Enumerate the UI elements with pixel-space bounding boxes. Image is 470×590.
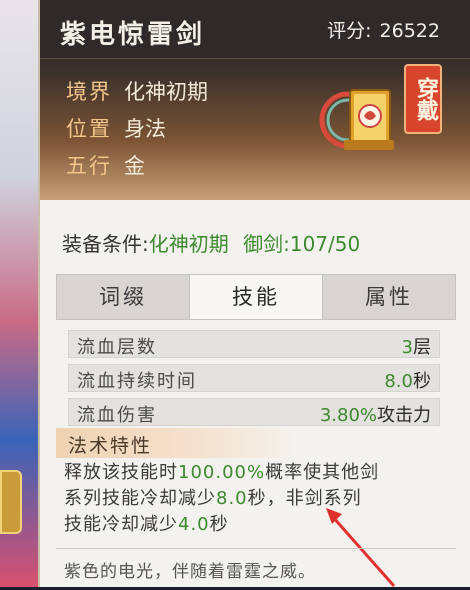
realm-value: 化神初期 <box>124 80 208 104</box>
annotation-arrow-icon <box>326 508 396 587</box>
equip-realm: 化神初期 <box>148 232 229 256</box>
sword-value: 107/50 <box>289 232 361 256</box>
tab-attributes[interactable]: 属性 <box>323 275 455 319</box>
skill-stats: 流血层数 3层 流血持续时间 8.0秒 流血伤害 3.80%攻击力 <box>68 330 440 432</box>
realm-key: 境界 <box>66 80 112 104</box>
stat-name: 流血持续时间 <box>77 371 197 392</box>
position-value: 身法 <box>124 117 166 141</box>
realm-row: 境界 化神初期 <box>66 76 208 106</box>
element-row: 五行金 <box>66 150 145 180</box>
spell-traits-header: 法术特性 <box>56 428 296 458</box>
item-header: 紫电惊雷剑 评分: 26522 境界 化神初期 位置 身法 五行金 穿戴 <box>40 0 470 200</box>
title-bar: 紫电惊雷剑 评分: 26522 <box>40 0 470 59</box>
wear-button[interactable]: 穿戴 <box>404 64 442 134</box>
sword-label: 御剑: <box>243 232 290 256</box>
position-key: 位置 <box>66 117 112 141</box>
stat-row: 流血伤害 3.80%攻击力 <box>68 398 440 426</box>
equip-label: 装备条件: <box>62 232 149 256</box>
stat-value: 3.80%攻击力 <box>319 405 431 426</box>
score-value: 26522 <box>379 20 440 42</box>
item-score: 评分: 26522 <box>327 16 440 43</box>
divider <box>56 548 456 549</box>
stat-name: 流血伤害 <box>77 405 157 426</box>
flavor-text: 紫色的电光，伴随着雷霆之威。 <box>64 562 316 582</box>
element-value: 金 <box>124 154 145 178</box>
tab-affix[interactable]: 词缀 <box>57 275 189 319</box>
book-scroll-icon <box>319 89 394 150</box>
stat-name: 流血层数 <box>77 337 157 358</box>
tab-skill[interactable]: 技能 <box>189 275 323 319</box>
score-label: 评分: <box>327 20 372 42</box>
position-row: 位置 身法 <box>66 113 166 143</box>
element-key: 五行 <box>66 154 112 178</box>
stat-value: 8.0秒 <box>384 371 431 392</box>
side-badge <box>0 470 22 534</box>
stat-row: 流血层数 3层 <box>68 330 440 358</box>
stat-row: 流血持续时间 8.0秒 <box>68 364 440 392</box>
stat-value: 3层 <box>401 337 431 358</box>
item-title: 紫电惊雷剑 <box>60 20 206 50</box>
equip-requirements: 装备条件:化神初期 御剑:107/50 <box>62 228 360 257</box>
detail-tabs: 词缀 技能 属性 <box>56 274 456 320</box>
item-detail-panel: 紫电惊雷剑 评分: 26522 境界 化神初期 位置 身法 五行金 穿戴 装备条件:化… <box>38 0 470 587</box>
